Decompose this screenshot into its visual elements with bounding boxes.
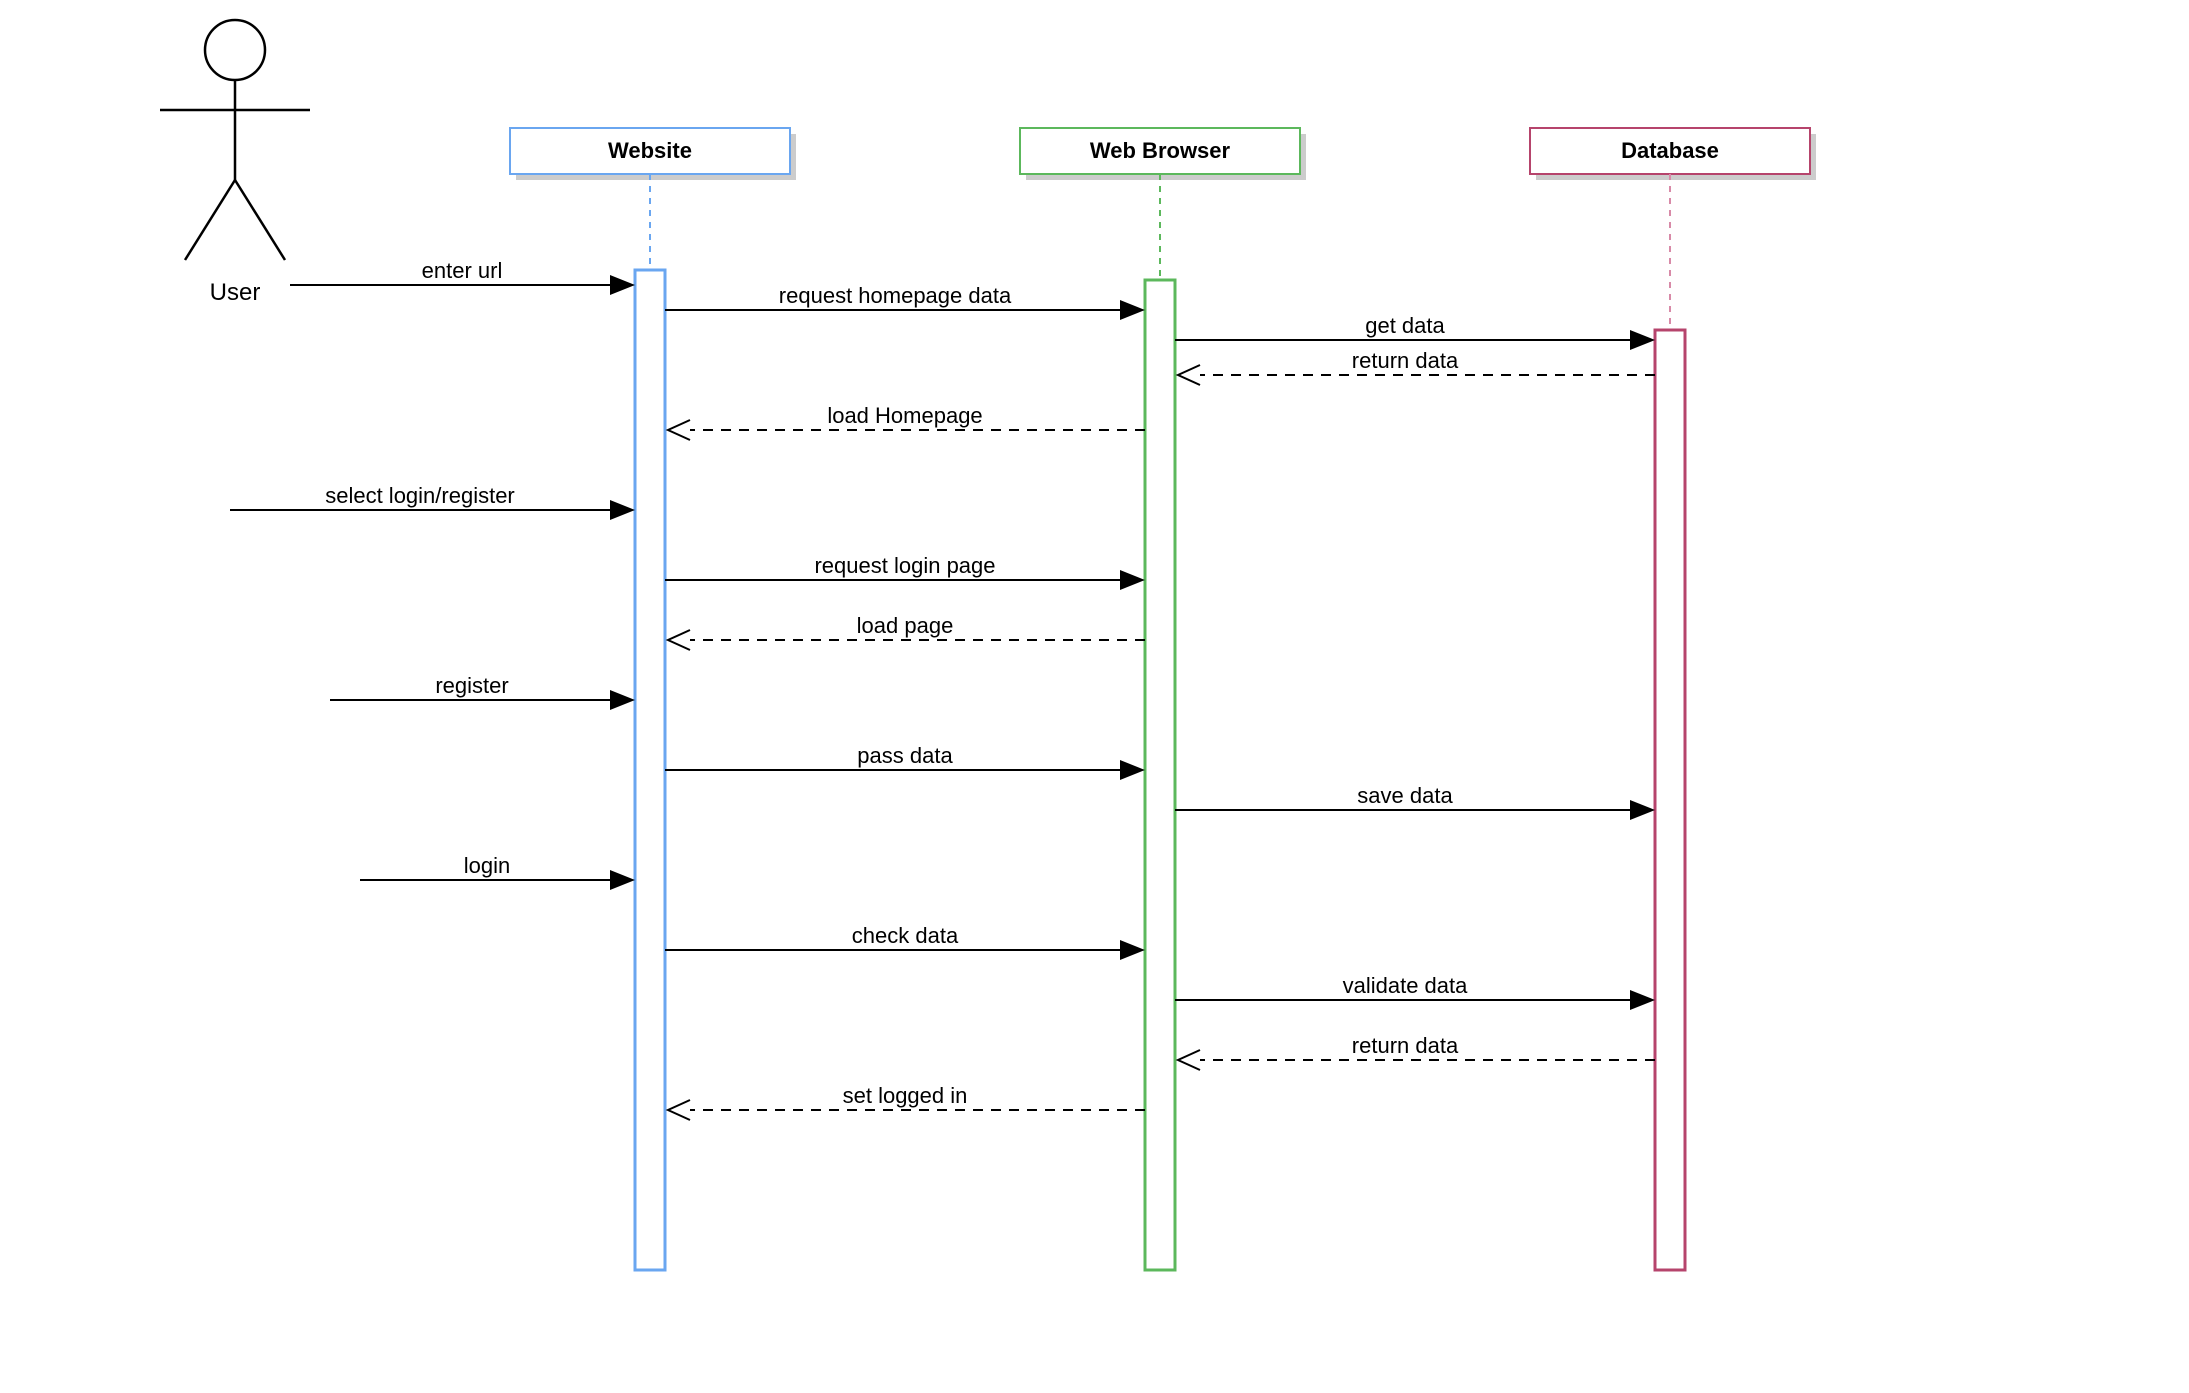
msg-check-data: check data	[665, 923, 1145, 960]
svg-text:login: login	[464, 853, 510, 878]
svg-text:set logged in: set logged in	[843, 1083, 968, 1108]
msg-save-data: save data	[1175, 783, 1655, 820]
actor-user: User	[160, 20, 310, 306]
msg-register: register	[330, 673, 635, 710]
msg-select-login-register: select login/register	[230, 483, 635, 520]
msg-return-data-2: return data	[1178, 1033, 1655, 1070]
svg-text:load page: load page	[857, 613, 954, 638]
svg-text:pass data: pass data	[857, 743, 953, 768]
lifeline-database-label: Database	[1621, 138, 1719, 163]
lifeline-browser-label: Web Browser	[1090, 138, 1231, 163]
svg-text:check data: check data	[852, 923, 959, 948]
svg-text:validate data: validate data	[1343, 973, 1469, 998]
svg-text:request homepage data: request homepage data	[779, 283, 1012, 308]
svg-text:select login/register: select login/register	[325, 483, 515, 508]
msg-login: login	[360, 853, 635, 890]
msg-pass-data: pass data	[665, 743, 1145, 780]
actor-label: User	[210, 279, 261, 306]
svg-text:load Homepage: load Homepage	[827, 403, 982, 428]
msg-request-homepage: request homepage data	[665, 283, 1145, 320]
activation-website	[635, 270, 665, 1270]
msg-load-homepage: load Homepage	[668, 403, 1145, 440]
activation-browser	[1145, 280, 1175, 1270]
msg-enter-url: enter url	[290, 258, 635, 295]
msg-return-data-1: return data	[1178, 348, 1655, 385]
msg-validate-data: validate data	[1175, 973, 1655, 1010]
activation-database	[1655, 330, 1685, 1270]
sequence-diagram: User Website Web Browser Database enter …	[0, 0, 2189, 1393]
msg-get-data: get data	[1175, 313, 1655, 350]
svg-text:return data: return data	[1352, 348, 1459, 373]
svg-text:save data: save data	[1357, 783, 1453, 808]
msg-set-logged-in: set logged in	[668, 1083, 1145, 1120]
svg-text:get data: get data	[1365, 313, 1445, 338]
lifeline-browser: Web Browser	[1020, 128, 1306, 1270]
svg-text:request login page: request login page	[814, 553, 995, 578]
msg-request-login-page: request login page	[665, 553, 1145, 590]
lifeline-website-label: Website	[608, 138, 692, 163]
lifeline-database: Database	[1530, 128, 1816, 1270]
svg-text:register: register	[435, 673, 508, 698]
msg-load-page: load page	[668, 613, 1145, 650]
svg-text:enter url: enter url	[422, 258, 503, 283]
svg-text:return data: return data	[1352, 1033, 1459, 1058]
